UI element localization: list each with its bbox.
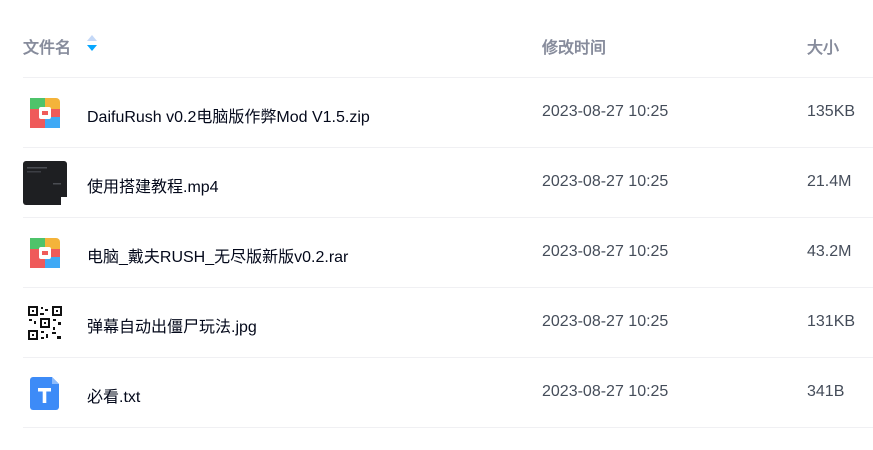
file-row[interactable]: 使用搭建教程.mp4 2023-08-27 10:25 21.4M (23, 148, 873, 218)
file-size: 43.2M (807, 243, 852, 260)
file-list: 文件名 修改时间 大小 DaifuRush v0.2电脑版作弊Mod V1.5.… (0, 0, 873, 428)
file-size: 341B (807, 383, 845, 400)
column-header-modified-time[interactable]: 修改时间 (542, 34, 606, 58)
file-row[interactable]: DaifuRush v0.2电脑版作弊Mod V1.5.zip 2023-08-… (23, 78, 873, 148)
file-name[interactable]: 弹幕自动出僵尸玩法.jpg (87, 313, 257, 337)
file-row[interactable]: 电脑_戴夫RUSH_无尽版新版v0.2.rar 2023-08-27 10:25… (23, 218, 873, 288)
file-name[interactable]: DaifuRush v0.2电脑版作弊Mod V1.5.zip (87, 103, 370, 127)
file-list-header: 文件名 修改时间 大小 (23, 0, 873, 78)
file-size: 135KB (807, 103, 856, 120)
file-modified-time: 2023-08-27 10:25 (542, 313, 669, 330)
file-row[interactable]: 必看.txt 2023-08-27 10:25 341B (23, 358, 873, 428)
file-name[interactable]: 电脑_戴夫RUSH_无尽版新版v0.2.rar (87, 243, 348, 267)
file-name[interactable]: 使用搭建教程.mp4 (87, 173, 219, 197)
sort-icon[interactable] (86, 34, 98, 52)
archive-icon (30, 98, 60, 128)
text-file-icon (30, 377, 59, 410)
file-modified-time: 2023-08-27 10:25 (542, 103, 669, 120)
archive-icon (30, 238, 60, 268)
qr-code-thumbnail (27, 305, 63, 341)
file-modified-time: 2023-08-27 10:25 (542, 173, 669, 190)
file-name[interactable]: 必看.txt (87, 383, 140, 407)
file-row[interactable]: 弹幕自动出僵尸玩法.jpg 2023-08-27 10:25 131KB (23, 288, 873, 358)
file-modified-time: 2023-08-27 10:25 (542, 383, 669, 400)
file-size: 21.4M (807, 173, 852, 190)
video-thumbnail (23, 161, 67, 205)
column-header-size[interactable]: 大小 (807, 34, 839, 58)
file-modified-time: 2023-08-27 10:25 (542, 243, 669, 260)
file-size: 131KB (807, 313, 856, 330)
column-header-name[interactable]: 文件名 (23, 34, 71, 58)
